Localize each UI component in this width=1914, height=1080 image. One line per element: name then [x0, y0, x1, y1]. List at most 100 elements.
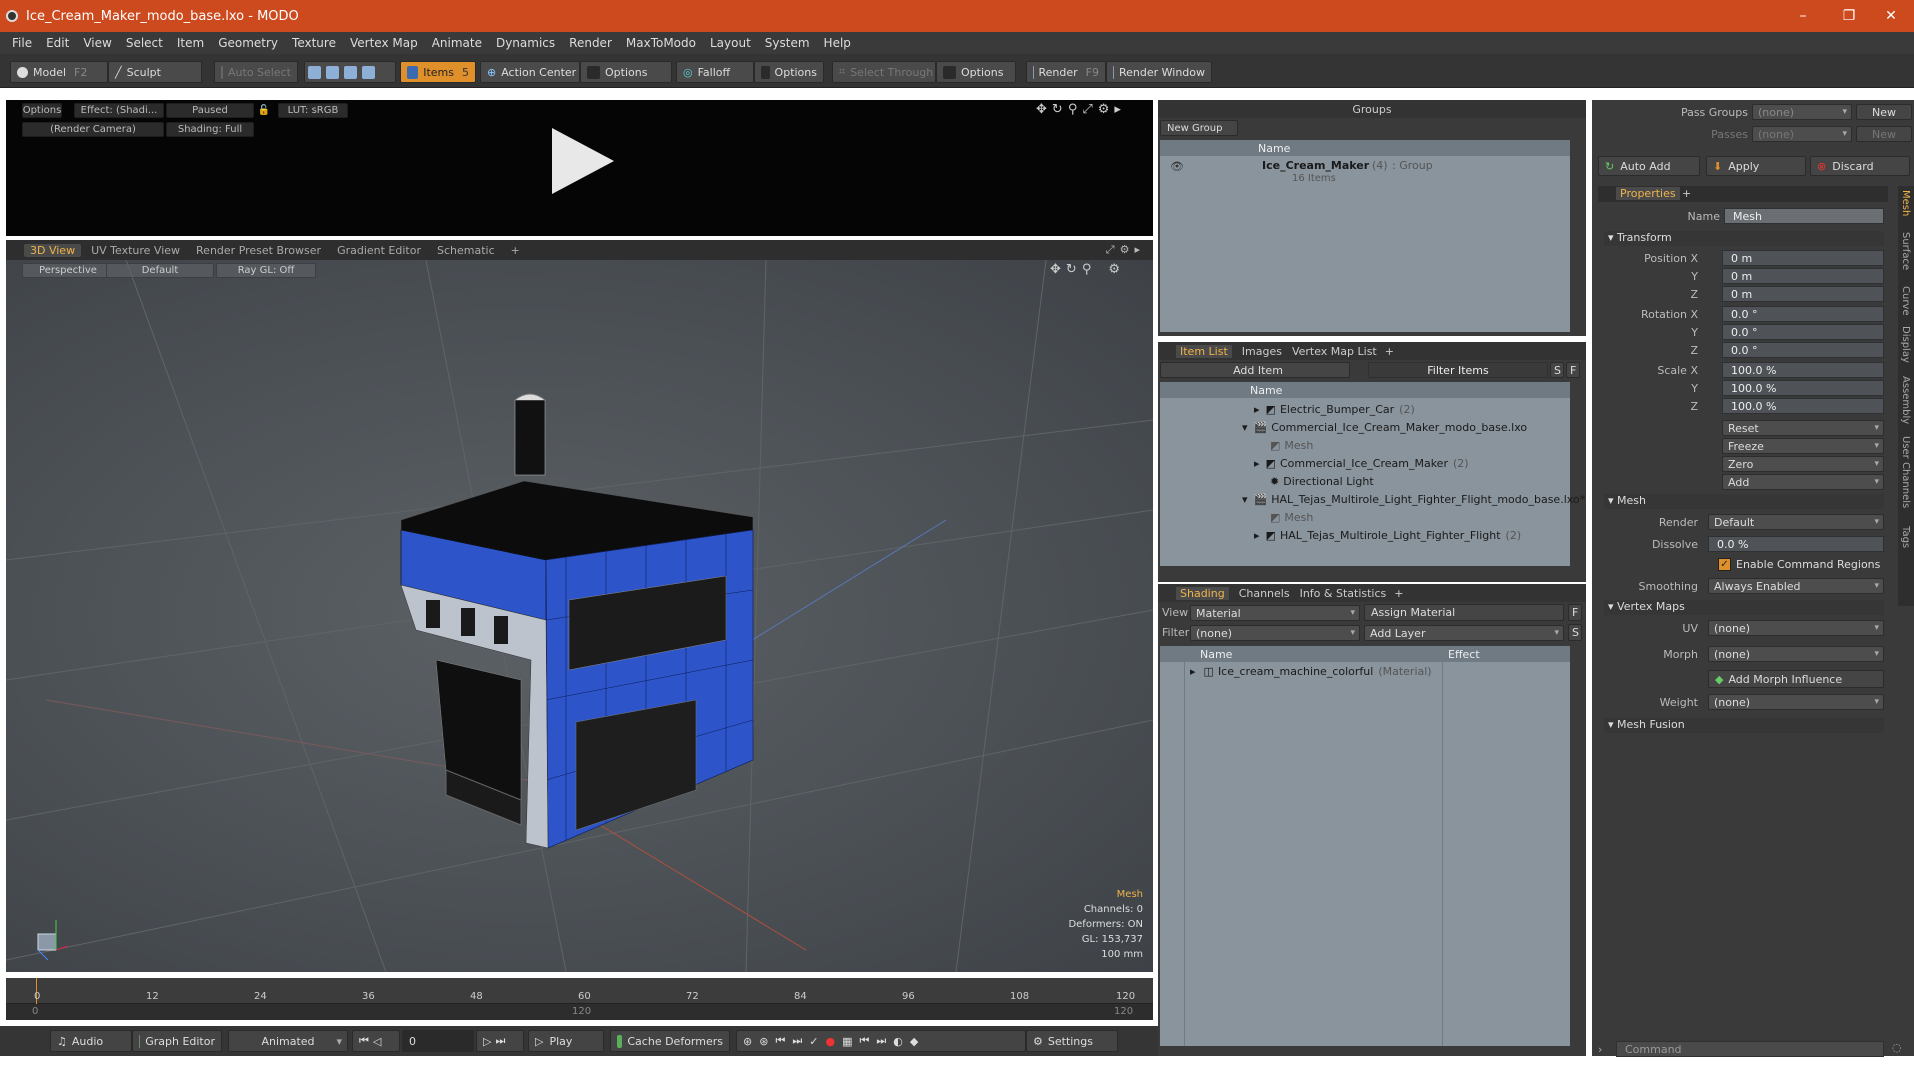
group-eye-icon[interactable]: 👁	[1170, 160, 1184, 173]
tab-add-button[interactable]: +	[1394, 587, 1403, 600]
ice-cream-machine-model[interactable]	[400, 393, 754, 849]
tab-add-button[interactable]: +	[505, 244, 526, 257]
item-row-scene-tejas[interactable]: ▾ 🎬 HAL_Tejas_Multirole_Light_Fighter_Flig…	[1160, 490, 1585, 508]
model-mode-button[interactable]: Model F2	[10, 61, 108, 83]
animated-dropdown[interactable]: Animated ▾	[228, 1030, 348, 1052]
zoom-icon[interactable]: ⚲	[1068, 102, 1083, 117]
settings-button[interactable]: ⚙ Settings	[1026, 1030, 1118, 1052]
cache-deformers-button[interactable]: Cache Deformers	[610, 1030, 730, 1052]
mesh-section[interactable]: ▾ Mesh	[1604, 494, 1884, 509]
keyframe-icon[interactable]: ◆	[910, 1035, 925, 1048]
item-row-ice-cream-maker[interactable]: ▸ ◩ Commercial_Ice_Cream_Maker (2)	[1160, 454, 1570, 472]
auto-select-button[interactable]: Auto Select	[214, 61, 298, 83]
side-tab-curve[interactable]: Curve	[1900, 286, 1911, 316]
tab-info-statistics[interactable]: Info & Statistics	[1300, 587, 1387, 600]
tab-images[interactable]: Images	[1242, 345, 1282, 358]
next-key-icon[interactable]: ⏭	[792, 1034, 809, 1048]
scale-x-field[interactable]: 100.0 %	[1722, 362, 1884, 378]
item-row-mesh[interactable]: ◩ Mesh	[1160, 436, 1570, 454]
side-tab-mesh[interactable]: Mesh	[1900, 190, 1911, 216]
rotation-x-field[interactable]: 0.0 °	[1722, 306, 1884, 322]
tab-vertex-map-list[interactable]: Vertex Map List	[1292, 345, 1377, 358]
menu-edit[interactable]: Edit	[46, 36, 69, 50]
minimize-button[interactable]: –	[1780, 0, 1826, 32]
action-center-button[interactable]: ⊕ Action Center	[480, 61, 580, 83]
new-group-button[interactable]: New Group	[1160, 120, 1238, 136]
preview-options-button[interactable]: Options	[22, 103, 62, 118]
preview-shading-dropdown[interactable]: Shading: Full	[166, 122, 254, 137]
add-morph-influence-button[interactable]: ◆ Add Morph Influence	[1708, 670, 1884, 688]
render-dropdown[interactable]: Default	[1708, 514, 1884, 530]
tab-gradient-editor[interactable]: Gradient Editor	[331, 244, 427, 257]
item-row-bumper-car[interactable]: ▸ ◩ Electric_Bumper_Car (2)	[1160, 400, 1570, 418]
play-icon[interactable]	[552, 128, 614, 194]
expand-arrow-icon[interactable]: ▸	[1254, 403, 1260, 416]
side-tab-tags[interactable]: Tags	[1900, 526, 1911, 548]
graph-editor-button[interactable]: Graph Editor	[132, 1030, 222, 1052]
menu-texture[interactable]: Texture	[292, 36, 336, 50]
new-pass-button[interactable]: New	[1856, 126, 1912, 142]
collapse-arrow-icon[interactable]: ▾	[1242, 421, 1248, 434]
uv-dropdown[interactable]: (none)	[1708, 620, 1884, 636]
menu-item[interactable]: Item	[177, 36, 204, 50]
side-tab-assembly[interactable]: Assembly	[1900, 376, 1911, 424]
new-pass-group-button[interactable]: New	[1856, 104, 1912, 120]
scale-z-field[interactable]: 100.0 %	[1722, 398, 1884, 414]
side-tab-surface[interactable]: Surface	[1900, 232, 1911, 270]
last-frame-icon[interactable]: ⏭	[876, 1034, 893, 1048]
maximize-icon[interactable]: ⤢	[1082, 102, 1097, 117]
morph-dropdown[interactable]: (none)	[1708, 646, 1884, 662]
transform-section[interactable]: ▾ Transform	[1604, 231, 1884, 246]
add-dropdown[interactable]: Add	[1722, 474, 1884, 490]
position-x-field[interactable]: 0 m	[1722, 250, 1884, 266]
mesh-fusion-section[interactable]: ▾ Mesh Fusion	[1604, 718, 1884, 733]
item-row-tejas[interactable]: ▸ ◩ HAL_Tejas_Multirole_Light_Fighter_Flig…	[1160, 526, 1570, 544]
group-row[interactable]: 👁 Ice_Cream_Maker (4) : Group 16 Items	[1160, 158, 1570, 188]
menu-layout[interactable]: Layout	[710, 36, 751, 50]
close-button[interactable]: ✕	[1868, 0, 1914, 32]
record-icon[interactable]: ●	[825, 1035, 842, 1048]
menu-file[interactable]: File	[12, 36, 32, 50]
timeline[interactable]: 0 12 24 36 48 60 72 84 96 108 120 0 120 …	[6, 978, 1153, 1020]
first-frame-icon[interactable]: ⏮	[859, 1034, 876, 1048]
skip-start-icon[interactable]: ⏮	[359, 1034, 373, 1048]
skip-forward-buttons[interactable]: ▷ ⏭	[476, 1030, 524, 1052]
scale-y-field[interactable]: 100.0 %	[1722, 380, 1884, 396]
rotation-y-field[interactable]: 0.0 °	[1722, 324, 1884, 340]
position-y-field[interactable]: 0 m	[1722, 268, 1884, 284]
ghost-icon[interactable]: ◐	[893, 1035, 910, 1048]
tab-item-list[interactable]: Item List	[1176, 344, 1232, 358]
menu-render[interactable]: Render	[569, 36, 612, 50]
maximize-button[interactable]: ❐	[1826, 0, 1872, 32]
play-button[interactable]: ▷ Play	[528, 1030, 604, 1052]
tab-properties[interactable]: Properties	[1616, 187, 1680, 200]
filter-f-button[interactable]: F	[1566, 362, 1580, 378]
grid-icon[interactable]: ▦	[842, 1035, 859, 1048]
pass-groups-dropdown[interactable]: (none)	[1752, 104, 1852, 120]
preview-lut-dropdown[interactable]: LUT: sRGB	[278, 103, 348, 118]
command-expand-icon[interactable]: ›	[1598, 1043, 1602, 1056]
assign-material-button[interactable]: Assign Material	[1364, 604, 1564, 621]
audio-button[interactable]: ♫ Audio	[50, 1030, 132, 1052]
filter-items-input[interactable]: Filter Items	[1368, 362, 1548, 378]
items-mode-button[interactable]: Items 5	[400, 61, 476, 83]
item-row-mesh-2[interactable]: ◩ Mesh	[1160, 508, 1570, 526]
item-row-scene-ice-cream[interactable]: ▾ 🎬 Commercial_Ice_Cream_Maker_modo_base.l…	[1160, 418, 1570, 436]
falloff-options-button[interactable]: Options	[754, 61, 824, 83]
menu-system[interactable]: System	[765, 36, 810, 50]
passes-dropdown[interactable]: (none)	[1752, 126, 1852, 142]
expand-arrow-icon[interactable]: ▸	[1254, 529, 1260, 542]
menu-dynamics[interactable]: Dynamics	[496, 36, 555, 50]
maximize-icon[interactable]: ⤢	[1106, 243, 1120, 256]
edges-icon[interactable]	[326, 65, 339, 79]
side-tab-user-channels[interactable]: User Channels	[1900, 436, 1911, 508]
tab-schematic[interactable]: Schematic	[431, 244, 501, 257]
key-icon[interactable]: ⊛	[743, 1035, 759, 1048]
menu-help[interactable]: Help	[824, 36, 851, 50]
falloff-button[interactable]: ◎ Falloff	[676, 61, 754, 83]
prev-key-icon[interactable]: ⏮	[775, 1034, 792, 1048]
add-layer-dropdown[interactable]: Add Layer	[1364, 625, 1564, 641]
frame-input[interactable]: 0	[402, 1030, 474, 1052]
shading-s-button[interactable]: S	[1568, 624, 1582, 641]
preview-camera-dropdown[interactable]: (Render Camera)	[22, 122, 164, 137]
